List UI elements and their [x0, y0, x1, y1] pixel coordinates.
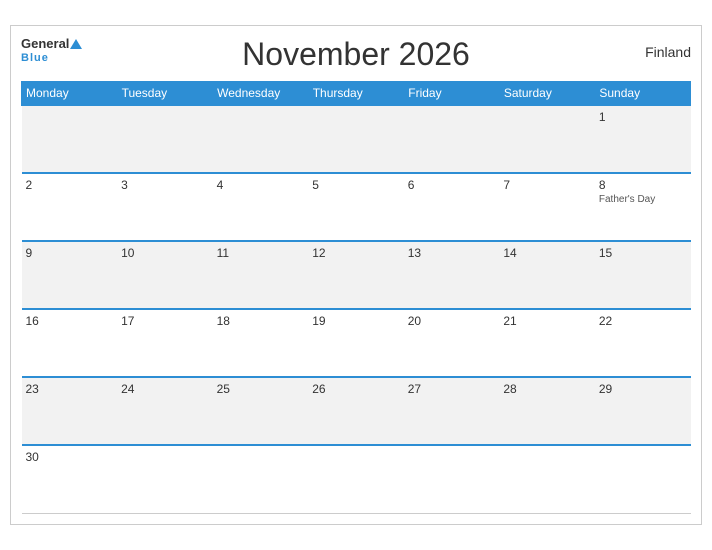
day-number: 13 [408, 246, 421, 260]
day-number: 19 [312, 314, 325, 328]
calendar-header: General Blue November 2026 Finland [21, 36, 691, 73]
day-cell: 22 [595, 309, 691, 377]
week-row-6: 30 [22, 445, 691, 513]
weekday-header-wednesday: Wednesday [213, 82, 309, 106]
day-cell: 28 [499, 377, 595, 445]
day-number: 25 [217, 382, 230, 396]
day-cell: 16 [22, 309, 118, 377]
week-row-3: 9 10 11 12 13 14 15 [22, 241, 691, 309]
day-cell: 27 [404, 377, 500, 445]
day-cell: 17 [117, 309, 213, 377]
day-cell: 30 [22, 445, 118, 513]
month-title: November 2026 [242, 36, 470, 73]
day-cell: 6 [404, 173, 500, 241]
day-cell: 12 [308, 241, 404, 309]
day-cell: 24 [117, 377, 213, 445]
day-number: 8 [599, 178, 606, 192]
day-cell: 15 [595, 241, 691, 309]
day-cell [404, 105, 500, 173]
day-cell: 1 [595, 105, 691, 173]
calendar-wrapper: General Blue November 2026 Finland Monda… [10, 25, 702, 525]
day-cell: 23 [22, 377, 118, 445]
day-number: 6 [408, 178, 415, 192]
day-cell: 13 [404, 241, 500, 309]
weekday-header-tuesday: Tuesday [117, 82, 213, 106]
day-cell: 19 [308, 309, 404, 377]
day-cell: 8 Father's Day [595, 173, 691, 241]
day-number: 10 [121, 246, 134, 260]
day-number: 5 [312, 178, 319, 192]
day-cell: 5 [308, 173, 404, 241]
logo-blue-text: Blue [21, 52, 82, 65]
day-number: 1 [599, 110, 606, 124]
calendar-table: MondayTuesdayWednesdayThursdayFridaySatu… [21, 81, 691, 514]
logo-triangle-icon [70, 39, 82, 49]
day-cell [499, 105, 595, 173]
day-cell [308, 445, 404, 513]
day-cell: 3 [117, 173, 213, 241]
day-cell [499, 445, 595, 513]
week-row-5: 23 24 25 26 27 28 29 [22, 377, 691, 445]
day-number: 9 [26, 246, 33, 260]
day-event: Father's Day [599, 194, 687, 205]
day-cell: 26 [308, 377, 404, 445]
day-number: 12 [312, 246, 325, 260]
weekday-header-row: MondayTuesdayWednesdayThursdayFridaySatu… [22, 82, 691, 106]
day-number: 16 [26, 314, 39, 328]
day-number: 29 [599, 382, 612, 396]
day-cell: 25 [213, 377, 309, 445]
day-number: 4 [217, 178, 224, 192]
day-number: 30 [26, 450, 39, 464]
day-cell: 21 [499, 309, 595, 377]
day-cell: 20 [404, 309, 500, 377]
weekday-header-saturday: Saturday [499, 82, 595, 106]
weekday-header-friday: Friday [404, 82, 500, 106]
day-number: 11 [217, 246, 229, 260]
country-label: Finland [645, 44, 691, 60]
day-number: 28 [503, 382, 516, 396]
weekday-header-monday: Monday [22, 82, 118, 106]
weekday-header-thursday: Thursday [308, 82, 404, 106]
day-cell [595, 445, 691, 513]
day-cell [117, 105, 213, 173]
day-number: 17 [121, 314, 134, 328]
day-cell: 2 [22, 173, 118, 241]
day-cell [117, 445, 213, 513]
day-number: 21 [503, 314, 516, 328]
day-number: 15 [599, 246, 612, 260]
day-number: 18 [217, 314, 230, 328]
day-number: 20 [408, 314, 421, 328]
day-cell: 7 [499, 173, 595, 241]
day-cell: 18 [213, 309, 309, 377]
weekday-header-sunday: Sunday [595, 82, 691, 106]
day-number: 23 [26, 382, 39, 396]
day-number: 2 [26, 178, 33, 192]
logo: General Blue [21, 36, 82, 65]
day-cell [213, 105, 309, 173]
day-number: 14 [503, 246, 516, 260]
day-cell: 14 [499, 241, 595, 309]
day-cell [308, 105, 404, 173]
day-cell [404, 445, 500, 513]
day-number: 7 [503, 178, 510, 192]
logo-general-text: General [21, 36, 69, 52]
day-number: 3 [121, 178, 128, 192]
week-row-1: 1 [22, 105, 691, 173]
day-cell [213, 445, 309, 513]
day-number: 26 [312, 382, 325, 396]
day-cell: 11 [213, 241, 309, 309]
day-number: 27 [408, 382, 421, 396]
day-cell: 29 [595, 377, 691, 445]
day-number: 22 [599, 314, 612, 328]
week-row-2: 2 3 4 5 6 7 8 Father's Day [22, 173, 691, 241]
day-cell: 9 [22, 241, 118, 309]
day-cell: 10 [117, 241, 213, 309]
week-row-4: 16 17 18 19 20 21 22 [22, 309, 691, 377]
day-cell: 4 [213, 173, 309, 241]
day-number: 24 [121, 382, 134, 396]
day-cell [22, 105, 118, 173]
